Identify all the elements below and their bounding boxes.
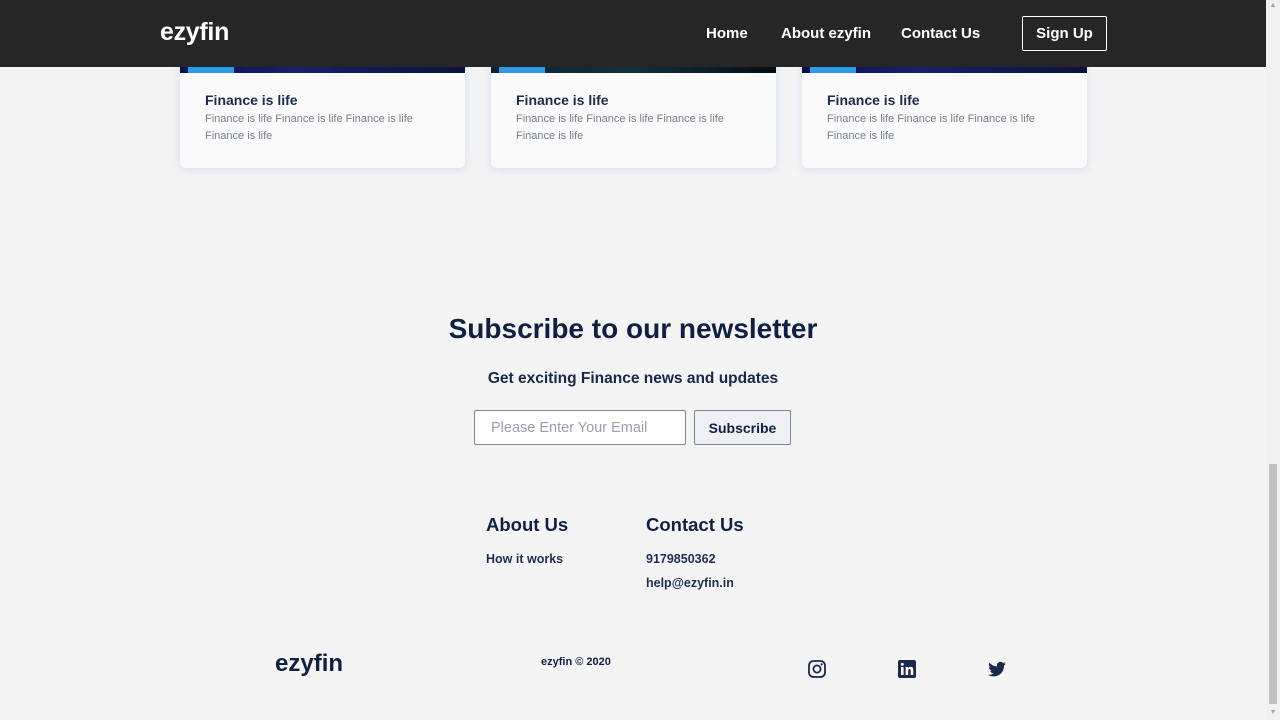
nav-home-link[interactable]: Home: [706, 25, 748, 42]
copyright-text: ezyfin © 2020: [541, 656, 611, 668]
newsletter-title: Subscribe to our newsletter: [448, 313, 818, 344]
scroll-up-arrow-icon[interactable]: ▲: [1269, 2, 1277, 10]
page-scrollbar[interactable]: ▲ ▼: [1266, 0, 1280, 720]
card-text: Finance is life Finance is life Finance …: [827, 113, 1035, 142]
card-title: Finance is life: [516, 92, 609, 108]
subscribe-button[interactable]: Subscribe: [694, 410, 791, 445]
card-image-accent: [188, 67, 234, 73]
nav-about-link[interactable]: About ezyfin: [781, 25, 871, 42]
nav-contact-link[interactable]: Contact Us: [901, 25, 980, 42]
phone-number[interactable]: 9179850362: [646, 552, 716, 566]
card-text: Finance is life Finance is life Finance …: [205, 113, 413, 142]
contact-email[interactable]: help@ezyfin.in: [646, 576, 734, 590]
how-it-works-link[interactable]: How it works: [486, 552, 563, 566]
footer-brand-logo[interactable]: ezyfin: [275, 650, 343, 678]
card-title: Finance is life: [827, 92, 920, 108]
brand-logo[interactable]: ezyfin: [160, 18, 229, 47]
linkedin-icon[interactable]: [897, 659, 917, 679]
top-navbar: ezyfin Home About ezyfin Contact Us Sign…: [0, 0, 1266, 67]
about-us-heading: About Us: [486, 514, 569, 535]
email-input[interactable]: [474, 410, 686, 445]
newsletter-subtitle: Get exciting Finance news and updates: [487, 370, 779, 387]
contact-us-heading: Contact Us: [646, 514, 744, 535]
card-image-accent: [810, 67, 856, 73]
scrollbar-thumb[interactable]: [1269, 464, 1277, 704]
twitter-icon[interactable]: [987, 659, 1007, 679]
scroll-down-arrow-icon[interactable]: ▼: [1269, 709, 1277, 717]
card-image-accent: [499, 67, 545, 73]
card-title: Finance is life: [205, 92, 298, 108]
sign-up-button[interactable]: Sign Up: [1022, 16, 1107, 51]
card-text: Finance is life Finance is life Finance …: [516, 113, 724, 142]
instagram-icon[interactable]: [807, 659, 827, 679]
